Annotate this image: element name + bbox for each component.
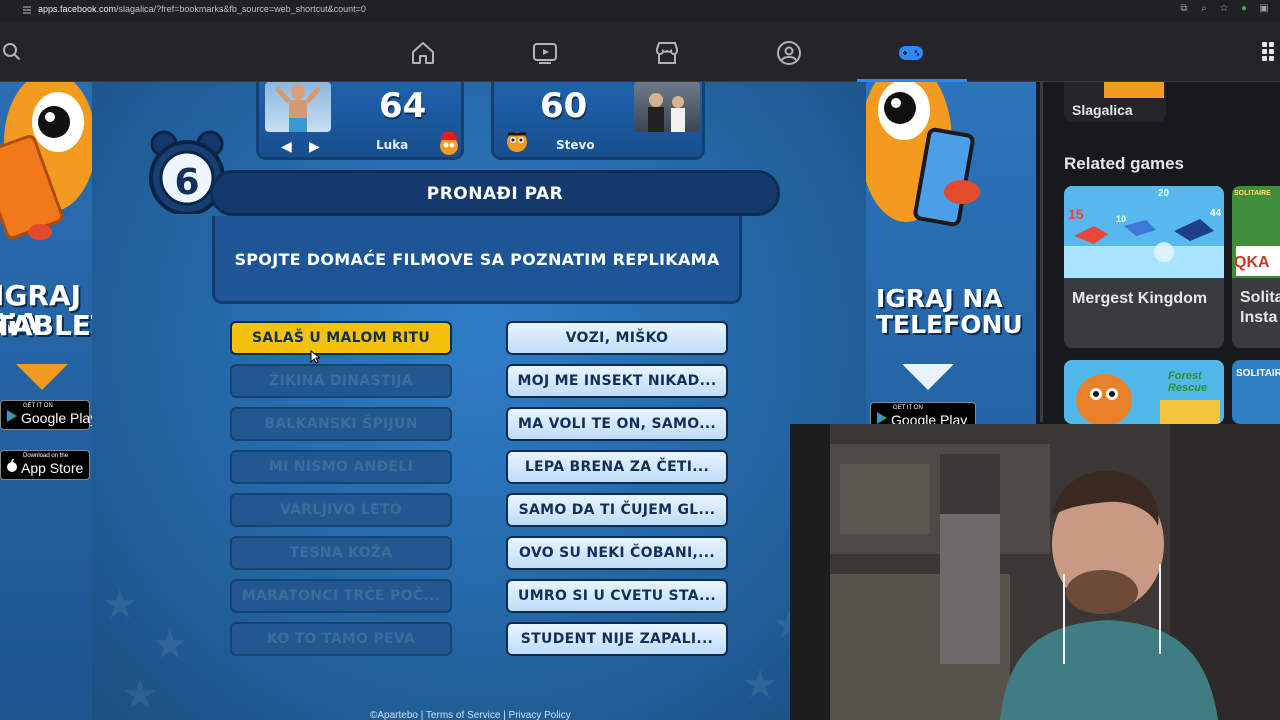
- question-box: SPOJTE DOMAĆE FILMOVE SA POZNATIM REPLIK…: [212, 216, 742, 304]
- player-2-score: 60: [540, 86, 588, 126]
- streamer-webcam-image: [790, 424, 1280, 720]
- left-option-2[interactable]: ŽIKINA DINASTIJA: [230, 364, 452, 398]
- decor-star-icon: ★: [152, 623, 188, 667]
- google-play-small-text: GET IT ON: [23, 403, 53, 409]
- sidepanel-icon[interactable]: ▣: [1258, 3, 1270, 15]
- install-icon[interactable]: ⧉: [1178, 3, 1190, 15]
- bookmark-star-icon[interactable]: ☆: [1218, 3, 1230, 15]
- right-option-6[interactable]: OVO SU NEKI ČOBANI,...: [506, 536, 728, 570]
- title-bar: PRONAĐI PAR: [210, 170, 780, 216]
- arrow-down-icon: [902, 364, 954, 390]
- right-option-4[interactable]: LEPA BRENA ZA ČETI...: [506, 450, 728, 484]
- decor-star-icon: ★: [742, 663, 778, 707]
- left-option-1[interactable]: SALAŠ U MALOM RITU: [230, 321, 452, 355]
- right-option-7[interactable]: UMRO SI U CVETU STA...: [506, 579, 728, 613]
- thumb-number-10: 10: [1116, 214, 1127, 224]
- right-option-8[interactable]: STUDENT NIJE ZAPALI...: [506, 622, 728, 656]
- thumb-number-15: 15: [1068, 206, 1084, 222]
- question-text: SPOJTE DOMAĆE FILMOVE SA POZNATIM REPLIK…: [234, 250, 720, 269]
- related-games-title: Related games: [1064, 154, 1184, 173]
- right-option-5[interactable]: SAMO DA TI ČUJEM GL...: [506, 493, 728, 527]
- player-card-1: 64 Luka ◀ ▶: [256, 82, 464, 160]
- apple-icon: [5, 458, 19, 473]
- thumb-qka-text: QKA: [1234, 254, 1270, 271]
- next-arrow-button[interactable]: ▶: [309, 138, 320, 155]
- decor-star-icon: ★: [122, 673, 158, 717]
- player-2-name: Stevo: [556, 138, 595, 152]
- thumb-number-44: 44: [1210, 208, 1222, 219]
- prev-arrow-button[interactable]: ◀: [281, 138, 292, 155]
- search-icon[interactable]: [0, 36, 24, 66]
- related-game-name-2: Solita Insta: [1240, 289, 1280, 326]
- thumb-number-20: 20: [1158, 188, 1170, 199]
- left-option-6[interactable]: TESNA KOŽA: [230, 536, 452, 570]
- url-text[interactable]: apps.facebook.com/slagalica/?fref=bookma…: [38, 4, 366, 14]
- site-info-icon[interactable]: [22, 4, 32, 16]
- forest-rescue-text: Forest Rescue: [1168, 370, 1208, 394]
- google-play-small-text: GET IT ON: [893, 405, 923, 411]
- related-game-card-4[interactable]: SOLITAIRE: [1232, 360, 1280, 424]
- home-icon[interactable]: [410, 40, 436, 66]
- screen: apps.facebook.com/slagalica/?fref=bookma…: [0, 0, 1280, 720]
- related-game-name-1: Mergest Kingdom: [1072, 290, 1208, 307]
- left-option-7[interactable]: MARATONCI TRČE POČ...: [230, 579, 452, 613]
- sidebar-divider: [1040, 82, 1043, 422]
- player-card-2: 60 Stevo: [491, 82, 705, 160]
- footer-links[interactable]: ©Apartebo | Terms of Service | Privacy P…: [370, 710, 571, 720]
- left-ad-panel: IGRAJ NA TABLETU GET IT ON Google Play D…: [0, 82, 133, 720]
- right-option-1[interactable]: VOZI, MIŠKO: [506, 321, 728, 355]
- left-option-3[interactable]: BALKANSKI ŠPIJUN: [230, 407, 452, 441]
- player-1-mascot-icon: [440, 132, 458, 155]
- left-option-5[interactable]: VARLJIVO LETO: [230, 493, 452, 527]
- left-option-4[interactable]: MI NISMO ANĐELI: [230, 450, 452, 484]
- thumb-solitaire-text: SOLITAIRE: [1234, 190, 1271, 197]
- related-game-card-2[interactable]: SOLITAIRE QKA Solita Insta: [1232, 186, 1280, 348]
- current-game-thumb-icon: [1104, 82, 1164, 98]
- gaming-icon[interactable]: [898, 40, 924, 66]
- right-ad-line2: TELEFONU: [876, 310, 1023, 339]
- app-store-text: App Store: [21, 460, 84, 476]
- decor-star-icon: ★: [102, 583, 138, 627]
- solitaire-thumb-text: SOLITAIRE: [1236, 368, 1280, 379]
- player-2-avatar: [634, 82, 700, 132]
- google-play-badge[interactable]: GET IT ON Google Play: [0, 400, 97, 430]
- related-game-card-1[interactable]: 15 10 44 20 Mergest Kingdom: [1064, 186, 1224, 348]
- groups-icon[interactable]: [776, 40, 802, 66]
- right-option-3[interactable]: MA VOLI TE ON, SAMO...: [506, 407, 728, 441]
- player-1-score: 64: [379, 86, 427, 126]
- current-game-card[interactable]: Slagalica: [1064, 82, 1166, 122]
- facebook-top-nav: [0, 22, 1280, 82]
- webcam-overlay: [790, 424, 1280, 720]
- player-1-name: Luka: [376, 138, 409, 152]
- url-path: /slagalica/?fref=bookmarks&fb_source=web…: [116, 4, 366, 14]
- browser-url-bar[interactable]: apps.facebook.com/slagalica/?fref=bookma…: [0, 0, 1280, 22]
- marketplace-icon[interactable]: [654, 40, 680, 66]
- google-play-text: Google Play: [21, 410, 98, 426]
- related-game-card-3[interactable]: Forest Rescue: [1064, 360, 1224, 424]
- player-1-avatar: [265, 82, 331, 132]
- left-option-8[interactable]: KO TO TAMO PEVA: [230, 622, 452, 656]
- zoom-icon[interactable]: ⌕: [1198, 3, 1210, 15]
- video-icon[interactable]: [532, 40, 558, 66]
- player-2-mascot-icon: [507, 132, 527, 152]
- mergest-kingdom-thumb: [1064, 186, 1224, 278]
- url-host: apps.facebook.com: [38, 4, 117, 14]
- extension-icon[interactable]: ●: [1238, 3, 1250, 15]
- round-title: PRONAĐI PAR: [426, 184, 564, 204]
- app-store-small-text: Download on the: [23, 453, 69, 459]
- google-play-icon: [875, 411, 889, 425]
- menu-grid-icon[interactable]: [1256, 38, 1280, 66]
- google-play-icon: [5, 409, 19, 423]
- arrow-down-icon: [16, 364, 68, 390]
- right-option-2[interactable]: MOJ ME INSEKT NIKAD...: [506, 364, 728, 398]
- app-store-badge[interactable]: Download on the App Store: [0, 450, 90, 480]
- right-ad-line1: IGRAJ NA: [876, 284, 1003, 313]
- mouse-cursor-icon: [310, 350, 320, 364]
- current-game-name: Slagalica: [1072, 102, 1133, 118]
